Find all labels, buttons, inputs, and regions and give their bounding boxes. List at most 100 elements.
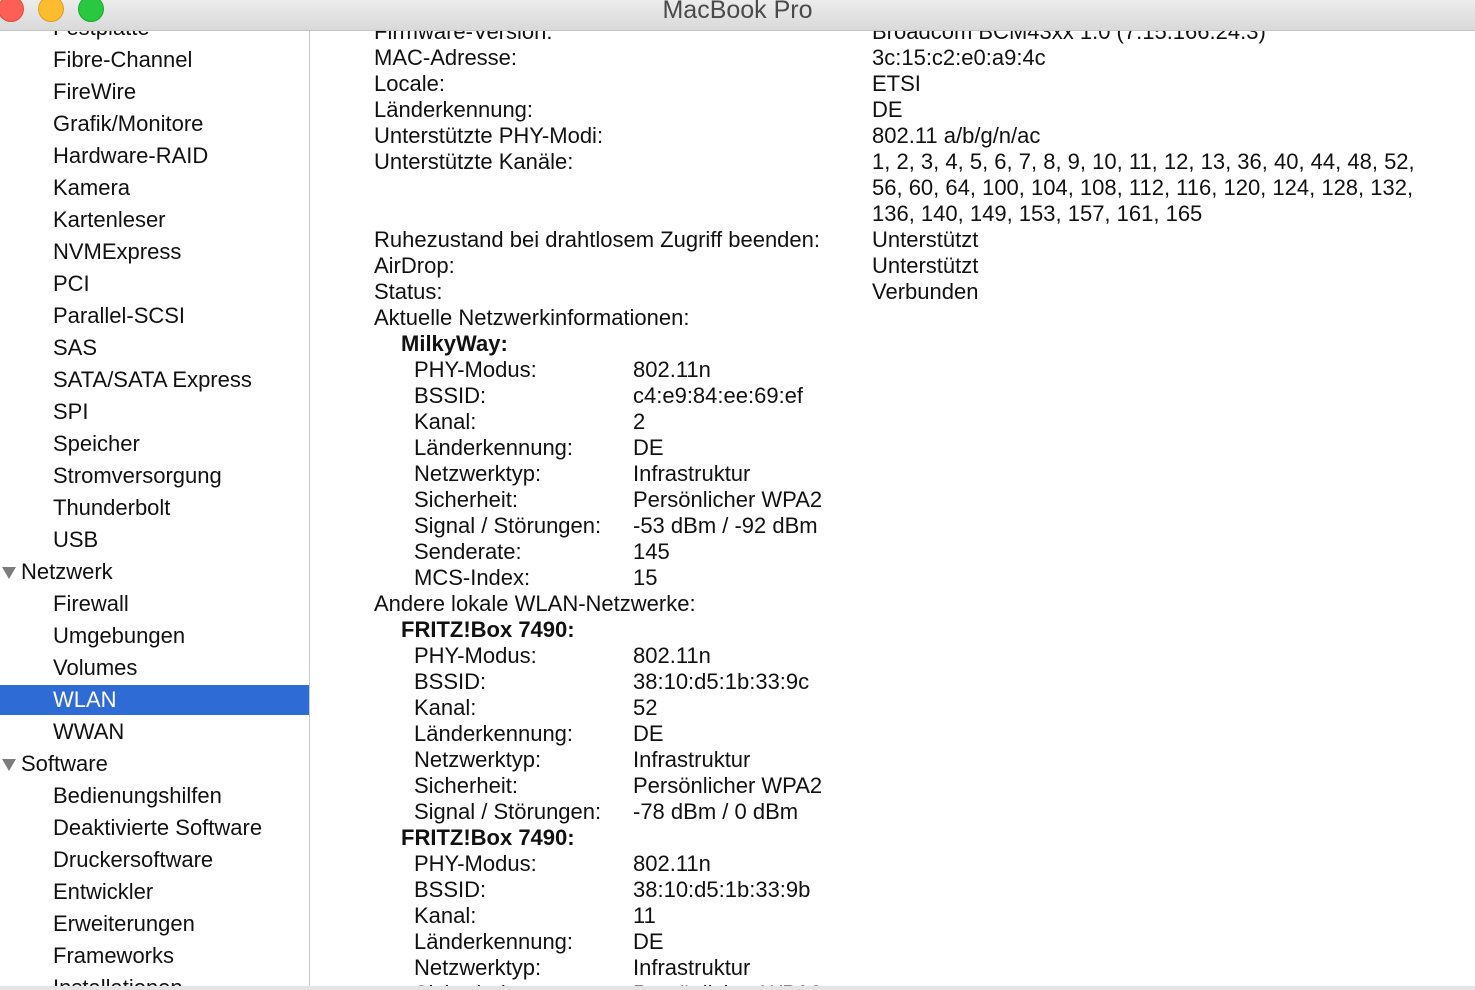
sidebar-item-label: WWAN bbox=[53, 719, 125, 744]
sidebar-item-label: Firewall bbox=[53, 591, 129, 616]
sidebar-item-stromversorgung[interactable]: Stromversorgung bbox=[0, 461, 309, 491]
property-value: -78 dBm / 0 dBm bbox=[633, 799, 799, 824]
sidebar-item-firewall[interactable]: Firewall bbox=[0, 589, 309, 619]
property-value: Broadcom BCM43xx 1.0 (7.15.166.24.3) bbox=[872, 31, 1266, 44]
sidebar-item-label: Volumes bbox=[53, 655, 138, 680]
sidebar-item-hardware-raid[interactable]: Hardware-RAID bbox=[0, 141, 309, 171]
property-key: Firmware-Version: bbox=[374, 31, 553, 44]
sidebar-item-firewire[interactable]: FireWire bbox=[0, 77, 309, 107]
sidebar-item-label: Grafik/Monitore bbox=[53, 111, 204, 136]
property-key: Länderkennung: bbox=[414, 929, 574, 954]
property-value-line: 56, 60, 64, 100, 104, 108, 112, 116, 120… bbox=[872, 175, 1414, 200]
sidebar-item-nvmexpress[interactable]: NVMExpress bbox=[0, 237, 309, 267]
sidebar-item-parallel-scsi[interactable]: Parallel-SCSI bbox=[0, 301, 309, 331]
sidebar-item-label: Festplatte bbox=[53, 31, 150, 43]
property-key: Ruhezustand bei drahtlosem Zugriff beend… bbox=[374, 227, 820, 252]
sidebar-item-label: Entwickler bbox=[53, 879, 154, 904]
sidebar-item-label: Stromversorgung bbox=[53, 463, 222, 488]
sidebar-item-label: SPI bbox=[53, 399, 89, 424]
property-key: Signal / Störungen: bbox=[414, 799, 602, 824]
disclosure-triangle-icon[interactable] bbox=[2, 759, 16, 771]
property-value: DE bbox=[633, 721, 664, 746]
property-key: Netzwerktyp: bbox=[414, 955, 542, 980]
property-value: Persönlicher WPA2 bbox=[633, 487, 823, 512]
property-value-line: 136, 140, 149, 153, 157, 161, 165 bbox=[872, 201, 1203, 226]
property-key: Unterstützte Kanäle: bbox=[374, 149, 574, 174]
property-key: Unterstützte PHY-Modi: bbox=[374, 123, 604, 148]
sidebar-item-kartenleser[interactable]: Kartenleser bbox=[0, 205, 309, 235]
property-value: Persönlicher WPA2 bbox=[633, 773, 823, 798]
sidebar[interactable]: Festplatte Fibre-Channel FireWire Grafik/Mo… bbox=[0, 31, 310, 990]
sidebar-item-sas[interactable]: SAS bbox=[0, 333, 309, 363]
sidebar-item-deaktivierte-software[interactable]: Deaktivierte Software bbox=[0, 813, 309, 843]
property-key: Länderkennung: bbox=[414, 721, 574, 746]
sidebar-item-sata-sata-express[interactable]: SATA/SATA Express bbox=[0, 365, 309, 395]
sidebar-item-druckersoftware[interactable]: Druckersoftware bbox=[0, 845, 309, 875]
sidebar-item-label: USB bbox=[53, 527, 99, 552]
sidebar-item-bedienungshilfen[interactable]: Bedienungshilfen bbox=[0, 781, 309, 811]
property-key: Locale: bbox=[374, 71, 445, 96]
property-key: PHY-Modus: bbox=[414, 643, 537, 668]
property-value: c4:e9:84:ee:69:ef bbox=[633, 383, 804, 408]
property-key: PHY-Modus: bbox=[414, 357, 537, 382]
disclosure-triangle-icon[interactable] bbox=[2, 567, 16, 579]
sidebar-item-wlan[interactable]: WLAN bbox=[0, 685, 309, 715]
sidebar-item-entwickler[interactable]: Entwickler bbox=[0, 877, 309, 907]
network-name-current: MilkyWay: bbox=[401, 331, 508, 356]
property-value: Infrastruktur bbox=[633, 461, 751, 486]
sidebar-item-label: Parallel-SCSI bbox=[53, 303, 186, 328]
property-key: Netzwerktyp: bbox=[414, 461, 542, 486]
sidebar-item-umgebungen[interactable]: Umgebungen bbox=[0, 621, 309, 651]
sidebar-item-label: Kamera bbox=[53, 175, 131, 200]
sidebar-item-label: SATA/SATA Express bbox=[53, 367, 252, 392]
sidebar-item-thunderbolt[interactable]: Thunderbolt bbox=[0, 493, 309, 523]
property-value: ETSI bbox=[872, 71, 921, 96]
sidebar-item-volumes[interactable]: Volumes bbox=[0, 653, 309, 683]
sidebar-item-spi[interactable]: SPI bbox=[0, 397, 309, 427]
sidebar-item-kamera[interactable]: Kamera bbox=[0, 173, 309, 203]
property-value: 802.11n bbox=[633, 643, 711, 668]
property-value: 2 bbox=[633, 409, 646, 434]
sidebar-item-partial-top[interactable]: Festplatte bbox=[0, 31, 309, 43]
sidebar-category-software[interactable]: Software bbox=[0, 749, 309, 779]
sidebar-item-fibre-channel[interactable]: Fibre-Channel bbox=[0, 45, 309, 75]
sidebar-item-label: Umgebungen bbox=[53, 623, 186, 648]
section-label-other-networks: Andere lokale WLAN-Netzwerke: bbox=[374, 591, 696, 616]
property-key: Netzwerktyp: bbox=[414, 747, 542, 772]
property-key: Länderkennung: bbox=[414, 435, 574, 460]
property-key: BSSID: bbox=[414, 669, 487, 694]
sidebar-item-erweiterungen[interactable]: Erweiterungen bbox=[0, 909, 309, 939]
sidebar-item-label: Netzwerk bbox=[21, 559, 113, 584]
sidebar-item-speicher[interactable]: Speicher bbox=[0, 429, 309, 459]
property-key: AirDrop: bbox=[374, 253, 455, 278]
property-value: -53 dBm / -92 dBm bbox=[633, 513, 818, 538]
section-label-current-network: Aktuelle Netzwerkinformationen: bbox=[374, 305, 690, 330]
property-value: 52 bbox=[633, 695, 658, 720]
sidebar-item-label: SAS bbox=[53, 335, 98, 360]
property-key: Sicherheit: bbox=[414, 487, 518, 512]
sidebar-item-frameworks[interactable]: Frameworks bbox=[0, 941, 309, 971]
sidebar-item-label: Erweiterungen bbox=[53, 911, 195, 936]
property-key: BSSID: bbox=[414, 877, 487, 902]
property-value: 38:10:d5:1b:33:9b bbox=[633, 877, 811, 902]
property-value: Unterstützt bbox=[872, 253, 979, 278]
property-key: MCS-Index: bbox=[414, 565, 531, 590]
sidebar-item-label: Kartenleser bbox=[53, 207, 166, 232]
sidebar-item-wwan[interactable]: WWAN bbox=[0, 717, 309, 747]
details-pane[interactable]: Firmware-Version: Broadcom BCM43xx 1.0 (7… bbox=[310, 31, 1475, 986]
property-value: 38:10:d5:1b:33:9c bbox=[633, 669, 810, 694]
sidebar-item-label: Software bbox=[21, 751, 108, 776]
property-key: Kanal: bbox=[414, 409, 477, 434]
sidebar-item-label: Bedienungshilfen bbox=[53, 783, 222, 808]
sidebar-item-label: Hardware-RAID bbox=[53, 143, 209, 168]
window-title: MacBook Pro bbox=[662, 0, 813, 24]
sidebar-item-grafik-monitore[interactable]: Grafik/Monitore bbox=[0, 109, 309, 139]
network-name-other: FRITZ!Box 7490: bbox=[401, 825, 575, 850]
sidebar-item-usb[interactable]: USB bbox=[0, 525, 309, 555]
sidebar-category-netzwerk[interactable]: Netzwerk bbox=[0, 557, 309, 587]
property-value: 15 bbox=[633, 565, 658, 590]
property-key: Senderate: bbox=[414, 539, 522, 564]
property-key: MAC-Adresse: bbox=[374, 45, 518, 70]
property-key: BSSID: bbox=[414, 383, 487, 408]
sidebar-item-pci[interactable]: PCI bbox=[0, 269, 309, 299]
